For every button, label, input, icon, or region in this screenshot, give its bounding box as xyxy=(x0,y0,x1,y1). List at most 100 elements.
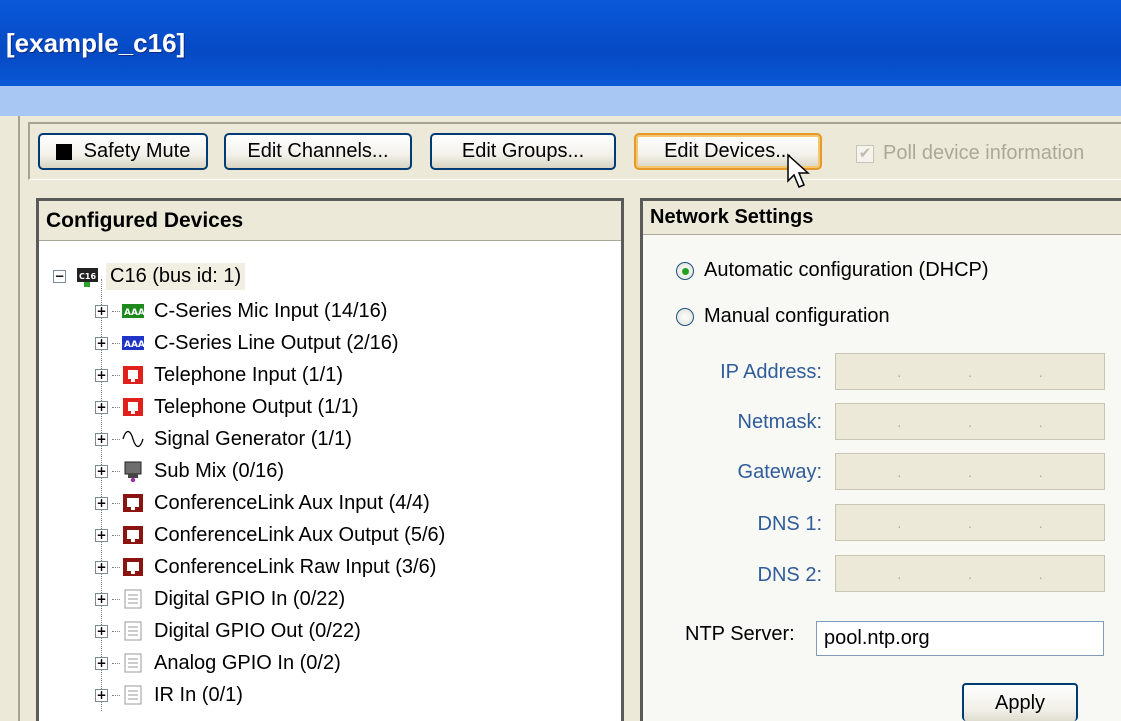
gpio-icon xyxy=(122,685,144,705)
gpio-icon xyxy=(122,621,144,641)
conferencelink-icon xyxy=(122,525,144,545)
edit-channels-label: Edit Channels... xyxy=(247,140,389,162)
expand-icon[interactable]: + xyxy=(95,304,108,318)
tree-item-label: Signal Generator (1/1) xyxy=(154,427,352,450)
mic-input-block-icon: AAA xyxy=(122,301,144,321)
ntp-server-label: NTP Server: xyxy=(685,623,795,645)
tree-item-conferencelink-aux-output[interactable]: + ConferenceLink Aux Output (5/6) xyxy=(95,519,445,551)
expand-icon[interactable]: + xyxy=(95,336,108,350)
tree-item-mic-input[interactable]: + AAA C-Series Mic Input (14/16) xyxy=(95,295,387,327)
apply-button[interactable]: Apply xyxy=(962,683,1078,721)
svg-text:AAA: AAA xyxy=(124,340,144,350)
apply-label: Apply xyxy=(994,691,1046,714)
network-settings-header: Network Settings xyxy=(643,201,1121,235)
toolbar: Safety Mute Edit Channels... Edit Groups… xyxy=(28,122,1121,180)
ip-address-field: ... xyxy=(835,353,1105,390)
tree-item-label: Analog GPIO In (0/2) xyxy=(154,651,341,674)
radio-selected-icon xyxy=(676,261,694,280)
tree-item-digital-gpio-in[interactable]: + Digital GPIO In (0/22) xyxy=(95,583,345,615)
expand-icon[interactable]: + xyxy=(95,400,108,414)
safety-mute-label: Safety Mute xyxy=(83,140,191,162)
dns1-label: DNS 1: xyxy=(757,513,822,535)
tree-item-label: Telephone Input (1/1) xyxy=(154,363,344,386)
collapse-icon[interactable]: − xyxy=(53,270,66,283)
tree-item-label: ConferenceLink Raw Input (3/6) xyxy=(154,555,437,578)
radio-unselected-icon xyxy=(676,307,694,326)
menu-band xyxy=(0,86,1121,116)
expand-icon[interactable]: + xyxy=(95,592,108,606)
tree-item-digital-gpio-out[interactable]: + Digital GPIO Out (0/22) xyxy=(95,615,361,647)
tree-item-label: ConferenceLink Aux Input (4/4) xyxy=(154,491,430,514)
expand-icon[interactable]: + xyxy=(95,432,108,446)
checkmark-icon: ✔ xyxy=(856,144,874,163)
tree-item-telephone-input[interactable]: + Telephone Input (1/1) xyxy=(95,359,343,391)
poll-device-information-checkbox[interactable]: ✔ Poll device information xyxy=(856,142,1084,165)
tree-item-label: Telephone Output (1/1) xyxy=(154,395,359,418)
dns1-field: ... xyxy=(835,504,1105,541)
poll-device-information-label: Poll device information xyxy=(883,142,1085,164)
conferencelink-icon xyxy=(122,557,144,577)
expand-icon[interactable]: + xyxy=(95,560,108,574)
tree-root-c16[interactable]: − C16 C16 (bus id: 1) xyxy=(53,263,246,290)
tree-item-label: Digital GPIO Out (0/22) xyxy=(154,619,361,642)
edit-devices-label: Edit Devices... xyxy=(664,140,792,162)
telephone-icon xyxy=(122,365,144,385)
manual-config-radio[interactable]: Manual configuration xyxy=(676,305,890,328)
svg-text:C16: C16 xyxy=(79,272,96,281)
tree-item-ir-in[interactable]: + IR In (0/1) xyxy=(95,679,243,711)
ntp-server-input[interactable]: pool.ntp.org xyxy=(816,621,1104,656)
line-output-block-icon: AAA xyxy=(122,333,144,353)
telephone-icon xyxy=(122,397,144,417)
safety-mute-button[interactable]: Safety Mute xyxy=(38,133,208,170)
tree-item-conferencelink-raw-input[interactable]: + ConferenceLink Raw Input (3/6) xyxy=(95,551,436,583)
gateway-label: Gateway: xyxy=(737,461,822,483)
tree-item-telephone-output[interactable]: + Telephone Output (1/1) xyxy=(95,391,359,423)
tree-item-label: ConferenceLink Aux Output (5/6) xyxy=(154,523,446,546)
title-bar: [example_c16] xyxy=(0,0,1121,86)
tree-item-signal-generator[interactable]: + Signal Generator (1/1) xyxy=(95,423,352,455)
configured-devices-panel: Configured Devices − C16 C16 (bus id: 1)… xyxy=(36,198,624,721)
expand-icon[interactable]: + xyxy=(95,528,108,542)
submix-icon xyxy=(122,461,144,482)
edit-channels-button[interactable]: Edit Channels... xyxy=(224,133,412,170)
edit-groups-button[interactable]: Edit Groups... xyxy=(430,133,616,170)
tree-root-label: C16 (bus id: 1) xyxy=(106,263,246,290)
tree-item-sub-mix[interactable]: + Sub Mix (0/16) xyxy=(95,455,284,487)
signal-generator-icon xyxy=(122,429,144,449)
tree-item-conferencelink-aux-input[interactable]: + ConferenceLink Aux Input (4/4) xyxy=(95,487,430,519)
tree-item-label: IR In (0/1) xyxy=(154,683,243,706)
tree-item-label: Digital GPIO In (0/22) xyxy=(154,587,346,610)
tree-item-label: Sub Mix (0/16) xyxy=(154,459,285,482)
safety-mute-indicator-icon xyxy=(55,143,72,160)
mouse-pointer-icon xyxy=(787,153,810,188)
window-left-edge xyxy=(0,116,20,721)
manual-config-radio-label: Manual configuration xyxy=(704,305,890,327)
dns2-label: DNS 2: xyxy=(757,564,822,586)
gpio-icon xyxy=(122,653,144,673)
dhcp-radio-label: Automatic configuration (DHCP) xyxy=(704,259,989,281)
ntp-server-value: pool.ntp.org xyxy=(824,627,930,649)
expand-icon[interactable]: + xyxy=(95,464,108,478)
edit-groups-label: Edit Groups... xyxy=(461,140,585,162)
conferencelink-icon xyxy=(122,493,144,513)
netmask-field: ... xyxy=(835,403,1105,440)
tree-item-analog-gpio-in[interactable]: + Analog GPIO In (0/2) xyxy=(95,647,341,679)
svg-text:AAA: AAA xyxy=(124,308,144,318)
tree-item-label: C-Series Mic Input (14/16) xyxy=(154,299,388,322)
expand-icon[interactable]: + xyxy=(95,688,108,702)
window-title: [example_c16] xyxy=(6,28,186,58)
gateway-field: ... xyxy=(835,453,1105,490)
gpio-icon xyxy=(122,589,144,609)
dhcp-radio[interactable]: Automatic configuration (DHCP) xyxy=(676,259,989,282)
tree-item-label: C-Series Line Output (2/16) xyxy=(154,331,399,354)
ip-address-label: IP Address: xyxy=(720,361,822,383)
expand-icon[interactable]: + xyxy=(95,496,108,510)
expand-icon[interactable]: + xyxy=(95,624,108,638)
c16-device-icon: C16 xyxy=(77,267,98,287)
expand-icon[interactable]: + xyxy=(95,368,108,382)
expand-icon[interactable]: + xyxy=(95,656,108,670)
dns2-field: ... xyxy=(835,555,1105,592)
tree-item-line-output[interactable]: + AAA C-Series Line Output (2/16) xyxy=(95,327,399,359)
netmask-label: Netmask: xyxy=(737,411,822,433)
configured-devices-header: Configured Devices xyxy=(39,201,621,241)
